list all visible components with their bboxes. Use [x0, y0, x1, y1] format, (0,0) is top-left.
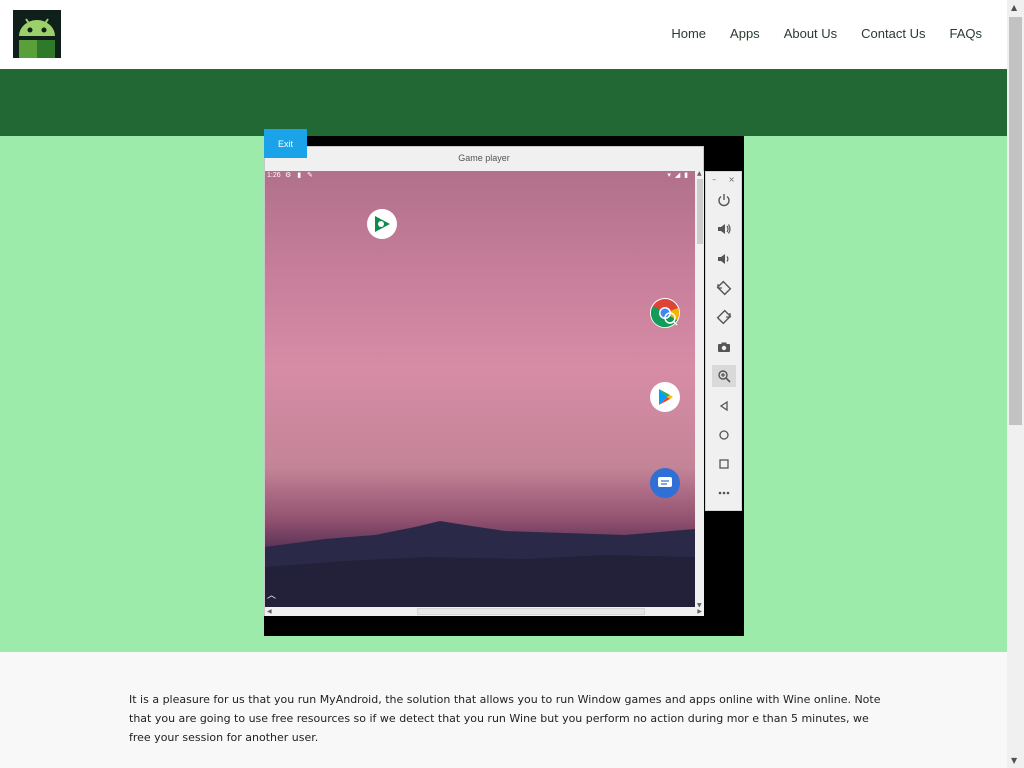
more-icon: [718, 491, 730, 495]
scroll-up-arrow-icon[interactable]: ▲: [697, 170, 702, 177]
window-titlebar[interactable]: Game player: [265, 147, 703, 170]
android-status-bar: 1:26 ⚙ ▮ ✎ ▾ ◢ ▮: [265, 171, 695, 181]
nav-home-link[interactable]: Home: [671, 26, 706, 41]
window-title: Game player: [458, 153, 510, 163]
status-time: 1:26: [267, 172, 281, 179]
status-notification-icons: ⚙ ▮ ✎: [285, 172, 315, 179]
android-screen[interactable]: 1:26 ⚙ ▮ ✎ ▾ ◢ ▮ ︿: [265, 171, 695, 607]
screen-horizontal-scrollbar[interactable]: ◀ ▶: [265, 607, 704, 616]
game-player-window: Game player 1:26 ⚙ ▮ ✎ ▾ ◢ ▮ ︿ ▲ ▼ ◀ ▶: [264, 146, 704, 616]
nav-faqs-link[interactable]: FAQs: [949, 26, 982, 41]
home-button[interactable]: [712, 424, 736, 446]
exit-button[interactable]: Exit: [264, 129, 307, 158]
power-button[interactable]: [712, 189, 736, 211]
volume-down-icon: [718, 254, 729, 264]
more-button[interactable]: [712, 482, 736, 504]
rotate-left-button[interactable]: [712, 277, 736, 299]
home-icon: [719, 430, 729, 440]
page-scrollbar[interactable]: ▲ ▼: [1007, 0, 1024, 768]
nav-apps-link[interactable]: Apps: [730, 26, 760, 41]
main-nav: Home Apps About Us Contact Us FAQs: [671, 26, 982, 41]
overview-button[interactable]: [712, 453, 736, 475]
google-play-games-icon[interactable]: [367, 209, 397, 239]
play-store-icon[interactable]: [650, 382, 680, 412]
page-scroll-up-icon[interactable]: ▲: [1011, 3, 1017, 12]
nav-about-link[interactable]: About Us: [784, 26, 837, 41]
back-button[interactable]: [712, 395, 736, 417]
camera-icon: [718, 342, 730, 352]
horizontal-scroll-thumb[interactable]: [417, 608, 645, 615]
scroll-right-arrow-icon[interactable]: ▶: [697, 608, 702, 615]
vertical-scroll-thumb[interactable]: [697, 179, 703, 244]
swipe-up-icon[interactable]: ︿: [267, 588, 276, 601]
info-section: It is a pleasure for us that you run MyA…: [0, 652, 1007, 768]
emulator-toolbar: – ×: [705, 171, 742, 511]
zoom-button[interactable]: [712, 365, 736, 387]
toolbar-window-buttons: – ×: [706, 175, 741, 184]
screen-vertical-scrollbar[interactable]: ▲ ▼: [696, 170, 704, 609]
status-signal-battery-icon: ▾ ◢ ▮: [667, 172, 689, 179]
power-icon: [718, 194, 730, 207]
chrome-icon[interactable]: [650, 298, 680, 328]
scroll-left-arrow-icon[interactable]: ◀: [267, 608, 272, 615]
rotate-right-icon: [716, 309, 732, 325]
rotate-right-button[interactable]: [712, 306, 736, 328]
page-scroll-thumb[interactable]: [1009, 17, 1022, 425]
android-logo-icon[interactable]: [13, 10, 61, 58]
hero-band: [0, 69, 1007, 136]
messages-icon[interactable]: [650, 468, 680, 498]
overview-icon: [719, 459, 729, 469]
volume-up-button[interactable]: [712, 218, 736, 240]
site-header: Home Apps About Us Contact Us FAQs: [0, 0, 1007, 69]
wallpaper-mountains: [265, 521, 695, 607]
close-icon[interactable]: ×: [728, 175, 735, 184]
volume-up-icon: [718, 224, 731, 234]
minimize-icon[interactable]: –: [712, 175, 716, 184]
zoom-icon: [718, 370, 731, 383]
volume-down-button[interactable]: [712, 248, 736, 270]
info-paragraph: It is a pleasure for us that you run MyA…: [129, 693, 881, 744]
screenshot-button[interactable]: [712, 336, 736, 358]
page-scroll-down-icon[interactable]: ▼: [1011, 756, 1017, 765]
rotate-left-icon: [716, 280, 732, 296]
back-icon: [719, 400, 728, 412]
nav-contact-link[interactable]: Contact Us: [861, 26, 925, 41]
